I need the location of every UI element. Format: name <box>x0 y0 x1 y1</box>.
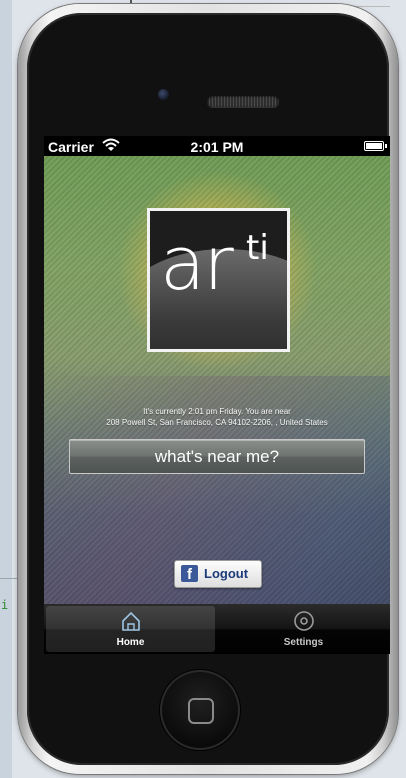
facebook-icon: f <box>181 565 198 583</box>
tab-settings[interactable]: Settings <box>219 606 388 652</box>
house-icon <box>120 610 142 632</box>
logo-superscript: ti <box>246 228 269 268</box>
tab-bar: Home Settings <box>44 604 390 654</box>
status-time: 2:01 PM <box>190 139 244 155</box>
whats-near-me-button[interactable]: what's near me? <box>69 439 365 474</box>
tab-settings-label: Settings <box>283 637 324 648</box>
home-button[interactable] <box>160 670 240 750</box>
editor-gutter <box>0 0 12 778</box>
tab-home-label: Home <box>116 637 145 648</box>
editor-divider <box>0 578 18 579</box>
location-info: It's currently 2:01 pm Friday. You are n… <box>44 406 390 428</box>
info-address-line: 208 Powell St, San Francisco, CA 94102-2… <box>106 418 328 427</box>
editor-text: i <box>1 598 9 612</box>
front-camera-icon <box>158 89 169 100</box>
info-time-line: It's currently 2:01 pm Friday. You are n… <box>143 407 291 416</box>
facebook-logout-button[interactable]: f Logout <box>174 560 262 588</box>
settings-icon <box>293 610 315 632</box>
earpiece-speaker <box>207 95 279 107</box>
logout-label: Logout <box>204 566 249 581</box>
home-view: ar ti It's currently 2:01 pm Friday. You… <box>44 156 390 604</box>
logo-text: ar <box>160 221 234 307</box>
arti-logo: ar ti <box>147 208 290 352</box>
home-square-icon <box>188 698 214 724</box>
tab-home[interactable]: Home <box>46 606 215 652</box>
battery-icon <box>364 141 387 151</box>
device-screen: Carrier 2:01 PM ar ti It's currently 2:0… <box>44 136 390 654</box>
status-bar: Carrier 2:01 PM <box>44 136 390 156</box>
